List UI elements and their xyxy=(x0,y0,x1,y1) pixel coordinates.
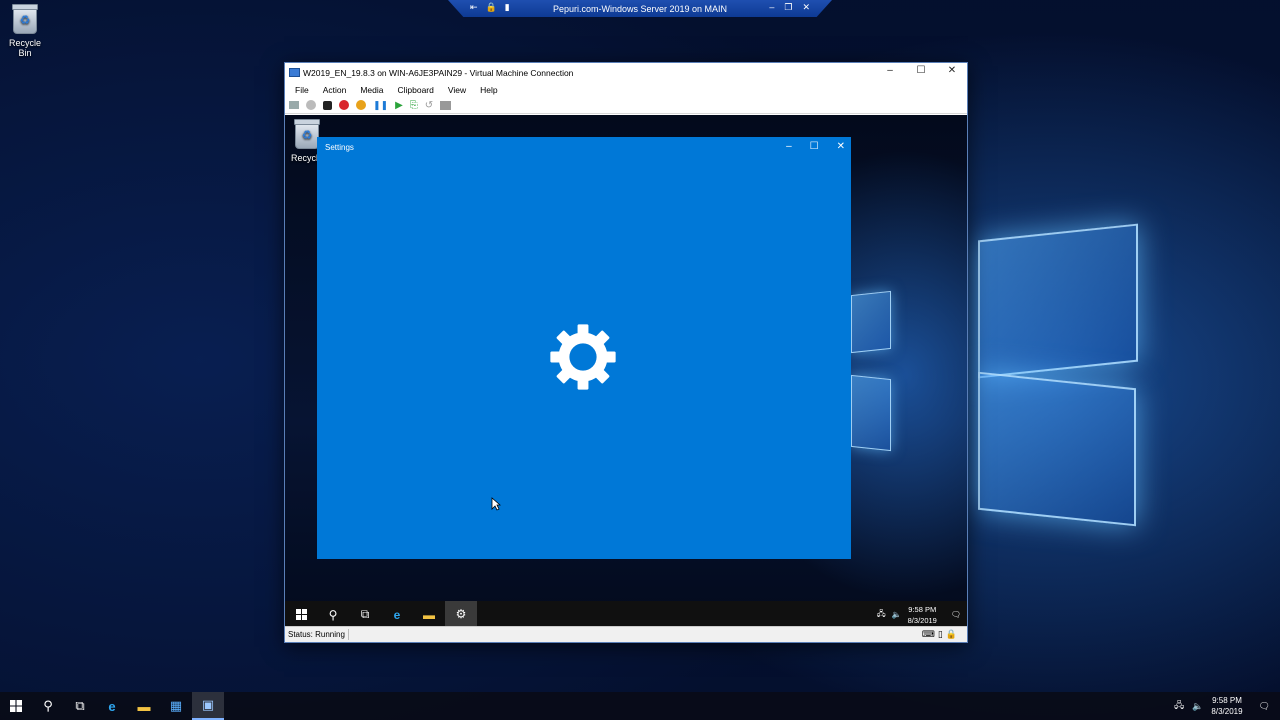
internet-explorer-icon: e xyxy=(108,698,116,714)
task-view-button[interactable]: ⧉ xyxy=(64,692,96,720)
host-clock-time: 9:58 PM xyxy=(1212,696,1242,705)
menu-action[interactable]: Action xyxy=(323,85,347,95)
pause-icon[interactable]: ❚❚ xyxy=(373,100,388,111)
shut-down-icon[interactable] xyxy=(339,100,349,110)
revert-icon[interactable]: ↺ xyxy=(425,100,433,111)
host-system-tray: 🖧 🔈 9:58 PM 8/3/2019 🗨 xyxy=(1174,692,1270,720)
network-icon[interactable]: 🖧 xyxy=(1174,698,1184,714)
vm-status-bar: Status: Running ⌨ ▯ 🔒 xyxy=(285,626,967,642)
menu-media[interactable]: Media xyxy=(360,85,383,95)
recycle-bin-label: Recycle Bin xyxy=(8,38,41,58)
settings-taskbar-button[interactable]: ⚙ xyxy=(445,601,477,628)
vm-clock-date: 8/3/2019 xyxy=(907,615,937,625)
maximize-button[interactable]: ☐ xyxy=(906,65,936,76)
start-button[interactable] xyxy=(0,692,32,720)
vm-menubar: File Action Media Clipboard View Help xyxy=(285,82,967,97)
search-icon: ⚲ xyxy=(328,607,338,622)
keyboard-icon: ⌨ xyxy=(921,629,935,639)
vm-status-text: Status: Running xyxy=(288,630,345,639)
task-view-icon: ⧉ xyxy=(75,698,85,713)
windows-start-icon xyxy=(295,609,307,620)
mouse-icon: ▯ xyxy=(937,629,943,639)
pin-icon[interactable]: ⇤ xyxy=(470,2,478,13)
close-button[interactable]: ✕ xyxy=(937,65,967,76)
save-icon[interactable] xyxy=(356,100,366,110)
menu-help[interactable]: Help xyxy=(480,85,497,95)
vm-window-title: W2019_EN_19.8.3 on WIN-A6JE3PAIN29 - Vir… xyxy=(303,67,574,78)
host-taskbar: ⚲ ⧉ e ▬ ▦ ▣ 🖧 🔈 9:58 PM 8/3/2019 🗨 xyxy=(0,692,1280,720)
signal-icon: ▮ xyxy=(504,2,510,12)
search-button[interactable]: ⚲ xyxy=(32,692,64,720)
network-icon[interactable]: 🖧 xyxy=(877,608,886,622)
close-icon[interactable]: ✕ xyxy=(802,2,810,13)
task-view-button[interactable]: ⧉ xyxy=(349,601,381,628)
windows-start-icon xyxy=(10,700,22,712)
resume-icon[interactable]: ▶ xyxy=(395,100,403,111)
start-button[interactable] xyxy=(285,601,317,628)
vm-titlebar[interactable]: W2019_EN_19.8.3 on WIN-A6JE3PAIN29 - Vir… xyxy=(285,63,967,82)
start-icon[interactable] xyxy=(306,100,316,110)
status-separator xyxy=(347,629,349,640)
hyper-v-connection-button[interactable]: ▣ xyxy=(192,692,224,720)
vm-toolbar: ❚❚ ▶ ⎘ ↺ xyxy=(285,97,967,114)
file-explorer-button[interactable]: ▬ xyxy=(413,601,445,628)
settings-title: Settings xyxy=(325,143,354,152)
turn-off-icon[interactable] xyxy=(323,100,332,110)
remote-desktop-connection-bar[interactable]: ⇤ 🔒 ▮ Pepuri.com-Windows Server 2019 on … xyxy=(448,0,832,17)
minimize-icon[interactable]: – xyxy=(769,2,774,13)
vm-connection-window[interactable]: W2019_EN_19.8.3 on WIN-A6JE3PAIN29 - Vir… xyxy=(284,62,968,643)
task-view-icon: ⧉ xyxy=(360,607,370,621)
search-icon: ⚲ xyxy=(43,698,53,713)
volume-muted-icon[interactable]: 🔈 xyxy=(892,610,902,619)
recycle-bin-icon xyxy=(12,4,38,34)
host-clock-date: 8/3/2019 xyxy=(1211,707,1243,716)
vm-connection-icon xyxy=(289,68,300,77)
vm-clock-time: 9:58 PM xyxy=(908,604,937,614)
notifications-icon[interactable]: 🗨 xyxy=(951,610,961,619)
enhanced-session-icon[interactable] xyxy=(440,100,452,110)
lock-icon[interactable]: 🔒 xyxy=(486,2,497,13)
internet-explorer-button[interactable]: e xyxy=(381,601,413,628)
restore-icon[interactable]: ❐ xyxy=(784,2,792,13)
menu-view[interactable]: View xyxy=(448,85,466,95)
gear-icon xyxy=(550,324,616,390)
vm-wallpaper-logo-pane xyxy=(851,374,891,452)
vm-screen[interactable]: Recycle Settings – ☐ ✕ xyxy=(285,115,967,628)
search-button[interactable]: ⚲ xyxy=(317,601,349,628)
minimize-button[interactable]: – xyxy=(875,65,905,76)
vm-wallpaper-logo-pane xyxy=(851,290,891,354)
menu-file[interactable]: File xyxy=(295,85,309,95)
vm-clock[interactable]: 9:58 PM 8/3/2019 xyxy=(908,604,937,626)
internet-explorer-button[interactable]: e xyxy=(96,692,128,720)
menu-clipboard[interactable]: Clipboard xyxy=(397,85,433,95)
ctrl-alt-del-icon[interactable] xyxy=(289,101,299,109)
server-manager-icon: ▦ xyxy=(169,698,183,713)
host-wallpaper-logo-pane xyxy=(978,223,1138,379)
volume-muted-icon[interactable]: 🔈 xyxy=(1192,701,1203,712)
maximize-button[interactable]: ☐ xyxy=(810,141,819,152)
minimize-button[interactable]: – xyxy=(786,141,792,152)
close-button[interactable]: ✕ xyxy=(837,141,845,152)
checkpoint-icon[interactable]: ⎘ xyxy=(410,100,418,111)
vm-connection-icon: ▣ xyxy=(201,697,215,712)
gear-icon: ⚙ xyxy=(455,606,467,621)
notifications-icon[interactable]: 🗨 xyxy=(1259,701,1270,712)
padlock-icon: 🔒 xyxy=(945,629,957,639)
mouse-cursor xyxy=(491,497,501,511)
vm-system-tray: 🖧 🔈 9:58 PM 8/3/2019 🗨 xyxy=(877,601,961,628)
server-manager-button[interactable]: ▦ xyxy=(160,692,192,720)
recycle-bin-icon xyxy=(294,119,320,149)
vm-taskbar: ⚲ ⧉ e ▬ ⚙ 🖧 🔈 9:58 PM 8/3/2019 🗨 xyxy=(285,601,967,628)
host-clock[interactable]: 9:58 PM 8/3/2019 xyxy=(1211,695,1242,717)
folder-icon: ▬ xyxy=(423,607,435,622)
settings-window[interactable]: Settings – ☐ ✕ xyxy=(317,137,851,559)
file-explorer-button[interactable]: ▬ xyxy=(128,692,160,720)
host-wallpaper-logo-pane xyxy=(978,371,1136,527)
folder-icon: ▬ xyxy=(137,698,151,714)
internet-explorer-icon: e xyxy=(393,607,401,622)
host-recycle-bin[interactable]: Recycle Bin xyxy=(4,4,46,58)
rdp-title: Pepuri.com-Windows Server 2019 on MAIN xyxy=(552,3,728,14)
